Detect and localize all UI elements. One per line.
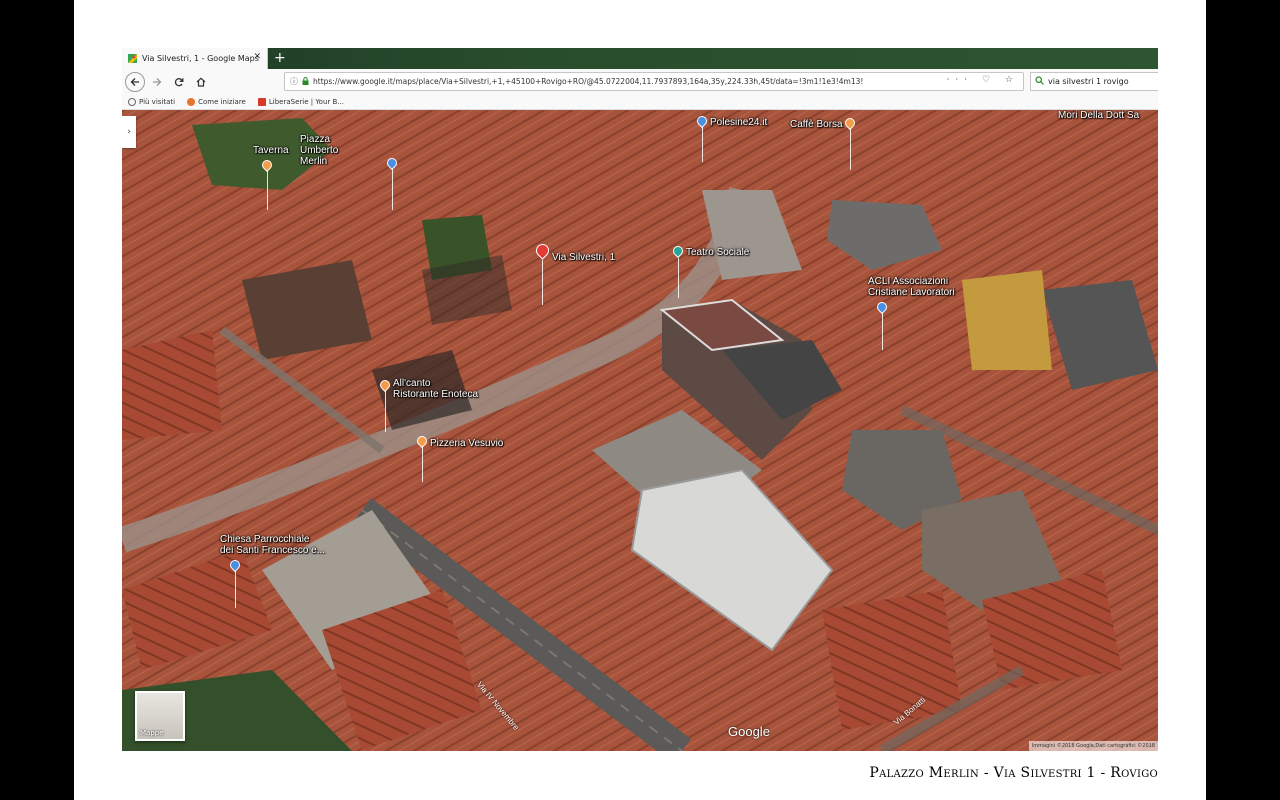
poi-stem [392, 166, 393, 210]
reload-button[interactable] [169, 72, 189, 92]
poi-stem [702, 124, 703, 162]
poi-taverna[interactable]: Taverna [253, 145, 289, 156]
poi-acli[interactable]: ACLI Associazioni Cristiane Lavoratori [868, 276, 955, 298]
gear-icon [128, 97, 136, 106]
poi-stem [385, 388, 386, 432]
slide: Via Silvestri, 1 - Google Maps ✕ + ⓘ htt… [74, 0, 1206, 800]
poi-stem [235, 568, 236, 608]
minimap-label: Mappe [140, 729, 164, 737]
satellite-map[interactable]: › Taverna Piazza Umberto Merlin Polesine… [122, 110, 1158, 751]
tab-title: Via Silvestri, 1 - Google Maps [142, 54, 259, 63]
search-query: via silvestri 1 rovigo [1048, 77, 1129, 86]
poi-piazza-umberto-merlin[interactable]: Piazza Umberto Merlin [300, 134, 338, 167]
lock-icon [302, 76, 309, 87]
poi-via-silvestri[interactable]: Via Silvestri, 1 [552, 252, 615, 263]
url-bar[interactable]: ⓘ https://www.google.it/maps/place/Via+S… [284, 72, 1024, 91]
poi-stem [542, 260, 543, 305]
home-button[interactable] [191, 72, 211, 92]
info-icon[interactable]: ⓘ [290, 76, 298, 87]
poi-pizzeria-vesuvio[interactable]: Pizzeria Vesuvio [430, 438, 503, 449]
map-attribution: Immagini ©2018 Google,Dati cartografici … [1028, 741, 1158, 751]
google-logo: Google [728, 724, 770, 739]
forward-arrow-icon [153, 77, 162, 86]
poi-stem [850, 126, 851, 170]
poi-teatro-sociale[interactable]: Teatro Sociale [686, 247, 749, 258]
collapse-panel-button[interactable]: › [122, 116, 136, 148]
search-bar[interactable]: via silvestri 1 rovigo [1030, 72, 1158, 91]
search-icon [1035, 76, 1044, 87]
poi-chiesa-parrocchiale[interactable]: Chiesa Parrocchiale dei Santi Francesco … [220, 534, 325, 556]
tab-bar: Via Silvestri, 1 - Google Maps ✕ + [122, 48, 1158, 69]
bookmark-most-visited[interactable]: Più visitati [128, 97, 175, 106]
map-type-toggle[interactable]: Mappe [135, 691, 185, 741]
poi-mori-della-dott[interactable]: Mori Della Dott Sa [1058, 110, 1139, 121]
home-icon [196, 76, 206, 87]
reload-icon [174, 77, 184, 86]
nav-bar: ⓘ https://www.google.it/maps/place/Via+S… [122, 69, 1158, 94]
browser-window: Via Silvestri, 1 - Google Maps ✕ + ⓘ htt… [122, 48, 1158, 751]
aerial-imagery [122, 110, 1158, 751]
poi-stem [678, 258, 679, 298]
poi-stem [882, 310, 883, 350]
poi-stem [422, 444, 423, 482]
maps-favicon-icon [128, 54, 137, 63]
url-text: https://www.google.it/maps/place/Via+Sil… [313, 77, 864, 86]
poi-caffe-borsa[interactable]: Caffè Borsa [790, 119, 843, 130]
poi-allcanto[interactable]: All'canto Ristorante Enoteca [393, 378, 478, 400]
back-button[interactable] [125, 71, 145, 92]
bookmark-getting-started[interactable]: Come iniziare [187, 97, 246, 106]
poi-polesine24[interactable]: Polesine24.it [710, 117, 767, 128]
page-actions-icons[interactable]: ··· ♡ ☆ [942, 75, 1019, 85]
bookmarks-bar: Più visitati Come iniziare LiberaSerie |… [122, 94, 1158, 110]
close-tab-icon[interactable]: ✕ [253, 52, 261, 62]
forward-button[interactable] [147, 72, 167, 92]
back-arrow-icon [130, 77, 139, 86]
bookmark-liberaserie[interactable]: LiberaSerie | Your B... [257, 97, 344, 106]
new-tab-button[interactable]: + [274, 49, 286, 67]
poi-stem [267, 168, 268, 210]
liberaserie-icon [257, 97, 266, 106]
slide-caption: Palazzo Merlin - Via Silvestri 1 - Rovig… [869, 765, 1158, 781]
firefox-icon [187, 97, 196, 106]
tab-google-maps[interactable]: Via Silvestri, 1 - Google Maps ✕ [122, 48, 268, 69]
